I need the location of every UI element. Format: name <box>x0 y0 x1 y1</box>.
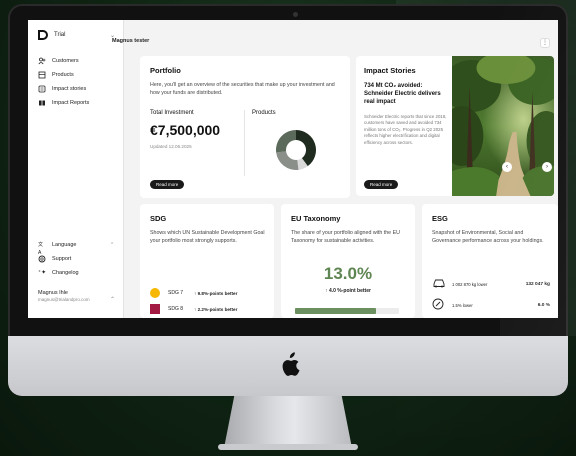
chevron-updown-icon[interactable]: ⌃ <box>110 296 115 303</box>
logo-icon <box>38 30 48 40</box>
story-headline: 734 Mt CO₂ avoided: Schneider Electric d… <box>364 83 441 106</box>
sdg-row: SDG 8 ↑ 2.2%-points better <box>150 304 270 314</box>
sidebar-item-label: Support <box>52 256 72 262</box>
changelog-icon: ⁺✦ <box>38 270 47 276</box>
sidebar: Trial ⌄ Customers Products Impact storie… <box>28 20 124 318</box>
app-screen: Trial ⌄ Customers Products Impact storie… <box>28 20 558 318</box>
donut-segment <box>276 151 299 170</box>
esg-value: 6.0 % <box>537 302 550 308</box>
esg-row: 1.5% lower 6.0 % <box>432 298 550 312</box>
car-icon <box>432 278 446 290</box>
esg-row: 1 002 870 kg lower 132 047 kg <box>432 278 550 290</box>
sidebar-item-impact-stories[interactable]: Impact stories <box>38 82 89 96</box>
donut-segment <box>276 130 296 153</box>
carousel-next-button[interactable]: › <box>542 162 552 172</box>
updated-date: Updated 12.06.2025 <box>150 144 192 149</box>
language-icon: 文A <box>38 242 44 256</box>
card-title: EU Taxonomy <box>291 214 341 223</box>
sidebar-nav: Customers Products Impact stories Impact… <box>38 54 89 110</box>
eu-taxonomy-value: 13.0% <box>323 264 373 283</box>
card-title: Portfolio <box>150 66 181 75</box>
esg-value: 132 047 kg <box>525 281 550 287</box>
card-description: The share of your portfolio aligned with… <box>291 230 400 244</box>
esg-label: 1 002 870 kg lower <box>452 281 488 287</box>
sidebar-item-changelog[interactable]: ⁺✦ Changelog <box>38 266 118 280</box>
forest-path-image <box>452 56 554 196</box>
eu-taxonomy-card: EU Taxonomy The share of your portfolio … <box>281 204 415 318</box>
impact-stories-card: Impact Stories 734 Mt CO₂ avoided: Schne… <box>356 56 554 196</box>
sidebar-item-support[interactable]: Support <box>38 252 118 266</box>
card-description: Snapshot of Environmental, Social and Go… <box>432 230 544 244</box>
sdg-goal: SDG 7 <box>168 290 184 296</box>
esg-card: ESG Snapshot of Environmental, Social an… <box>422 204 558 318</box>
story-body: Schneider Electric reports that since 20… <box>364 114 447 145</box>
products-icon <box>38 71 46 79</box>
eu-taxonomy-bar-track <box>295 308 399 314</box>
total-investment-value: €7,500,000 <box>150 122 221 138</box>
sidebar-item-language[interactable]: 文A Language ⌃ <box>38 238 118 256</box>
customers-icon <box>38 57 46 65</box>
user-menu[interactable]: Magnus Ihle magnus@trialandpro.com <box>38 290 90 302</box>
monitor-stand-base <box>218 444 358 450</box>
eu-taxonomy-bar-fill <box>295 308 377 314</box>
page-header-user: Magnus tester <box>112 38 150 44</box>
sidebar-item-label: Impact Reports <box>52 100 90 106</box>
sdg-goal: SDG 8 <box>168 306 184 312</box>
total-investment-label: Total Investment <box>150 110 194 116</box>
card-title: Impact Stories <box>364 66 416 75</box>
gauge-icon <box>432 298 446 312</box>
sidebar-item-label: Products <box>52 72 74 78</box>
support-icon <box>38 255 46 263</box>
esg-label: 1.5% lower <box>452 302 473 308</box>
products-label: Products <box>252 110 276 116</box>
portfolio-card: Portfolio Here, you'll get an overview o… <box>140 56 350 198</box>
chevron-up-icon: ⌃ <box>110 242 115 248</box>
brand-switcher[interactable]: Trial <box>38 30 65 40</box>
card-title: ESG <box>432 214 448 223</box>
sidebar-item-label: Customers <box>52 58 79 64</box>
sdg-change: ↑ 9.8%-points better <box>194 290 238 296</box>
user-email: magnus@trialandpro.com <box>38 297 90 302</box>
brand-name: Trial <box>54 32 66 38</box>
camera <box>293 12 298 17</box>
read-more-button[interactable]: Read more <box>364 180 399 189</box>
sidebar-item-label: Changelog <box>52 270 79 276</box>
user-name: Magnus Ihle <box>38 290 68 296</box>
card-title: SDG <box>150 214 167 223</box>
sdg-row: SDG 7 ↑ 9.8%-points better <box>150 288 270 298</box>
sidebar-item-label: Language <box>52 242 77 248</box>
sdg8-icon <box>150 304 160 314</box>
more-options-icon[interactable]: ⋮ <box>540 38 550 48</box>
sdg-card: SDG Shows which UN Sustainable Developme… <box>140 204 274 318</box>
sdg7-icon <box>150 288 160 298</box>
carousel-prev-button[interactable]: ‹ <box>502 162 512 172</box>
sidebar-bottom-nav: 文A Language ⌃ Support ⁺✦ Changelog <box>38 238 118 280</box>
products-donut-chart <box>276 130 316 170</box>
monitor-stand <box>224 396 352 448</box>
sdg-change: ↑ 2.2%-points better <box>194 306 238 312</box>
sidebar-item-label: Impact stories <box>52 86 87 92</box>
read-more-button[interactable]: Read more <box>150 180 185 189</box>
card-description: Shows which UN Sustainable Development G… <box>150 230 265 244</box>
card-description: Here, you'll get an overview of the secu… <box>150 82 335 96</box>
impact-reports-icon <box>38 99 46 107</box>
sidebar-item-impact-reports[interactable]: Impact Reports <box>38 96 89 110</box>
apple-logo-icon <box>282 352 300 376</box>
sidebar-item-customers[interactable]: Customers <box>38 54 89 68</box>
eu-taxonomy-change: ↑ 4.0 %-point better <box>325 288 371 294</box>
vertical-divider <box>244 110 245 176</box>
impact-stories-icon <box>38 85 46 93</box>
sidebar-item-products[interactable]: Products <box>38 68 89 82</box>
